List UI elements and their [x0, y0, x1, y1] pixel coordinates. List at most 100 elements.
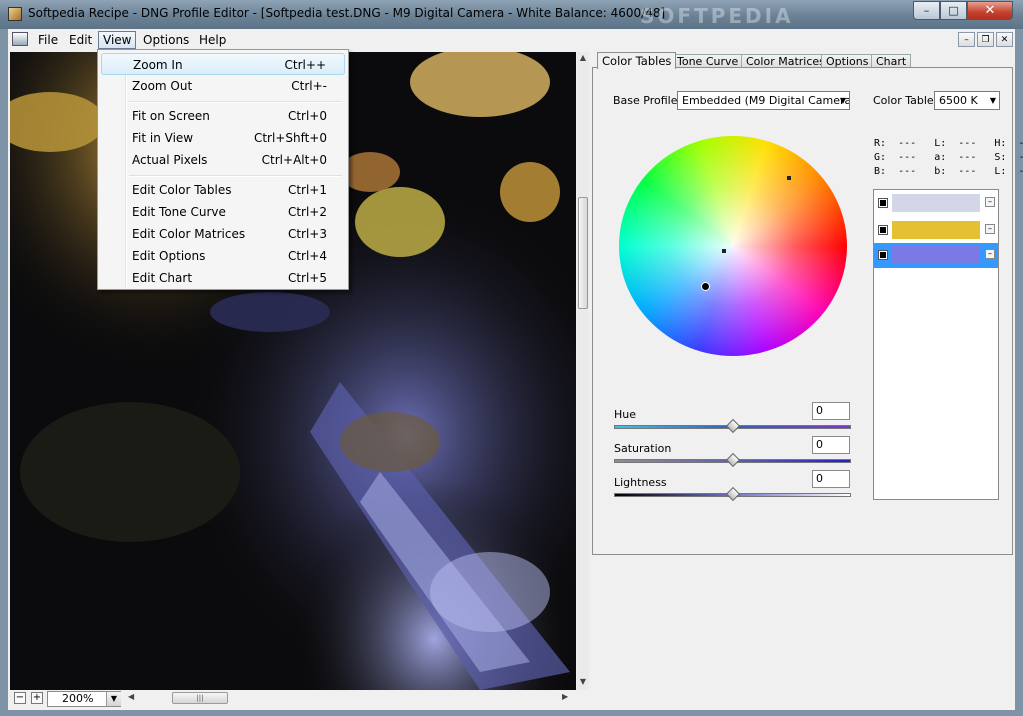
saturation-input[interactable]: 0: [812, 436, 850, 454]
menu-item-actual-pixels[interactable]: Actual Pixels Ctrl+Alt+0: [101, 149, 345, 171]
lightness-label: Lightness: [614, 476, 667, 489]
minimize-icon: –: [964, 34, 969, 45]
remove-swatch-button[interactable]: –: [985, 197, 995, 207]
window-frame-left: [0, 29, 8, 716]
menu-help[interactable]: Help: [195, 31, 230, 49]
view-dropdown-menu: Zoom In Ctrl++ Zoom Out Ctrl+- Fit on Sc…: [97, 49, 349, 290]
menu-item-shortcut: Ctrl+Alt+0: [261, 153, 327, 167]
tab-options[interactable]: Options: [821, 54, 874, 68]
hue-label: Hue: [614, 408, 637, 421]
menu-edit[interactable]: Edit: [65, 31, 96, 49]
chevron-down-icon[interactable]: ▼: [106, 692, 121, 706]
chevron-down-icon: ▼: [989, 96, 996, 105]
document-close-button[interactable]: ✕: [996, 32, 1013, 47]
minimize-icon: –: [923, 4, 930, 17]
tab-color-tables[interactable]: Color Tables: [597, 52, 677, 69]
color-table-value: 6500 K: [939, 94, 978, 107]
document-icon[interactable]: [12, 32, 28, 46]
chevron-down-icon: ▼: [839, 96, 846, 105]
menu-item-label: Edit Options: [132, 249, 206, 263]
swatch-row[interactable]: –: [874, 218, 998, 243]
scroll-down-arrow-icon[interactable]: ▼: [577, 676, 589, 688]
document-minimize-button[interactable]: –: [958, 32, 975, 47]
menu-item-shortcut: Ctrl+2: [287, 205, 327, 219]
window-frame-right: [1015, 29, 1023, 716]
tab-tone-curve[interactable]: Tone Curve: [672, 54, 744, 68]
scroll-left-arrow-icon[interactable]: ◀: [128, 692, 134, 701]
vertical-scrollbar[interactable]: [577, 52, 589, 690]
base-profile-value: Embedded (M9 Digital Camera): [682, 94, 850, 107]
menu-item-label: Edit Color Matrices: [132, 227, 246, 241]
saturation-label: Saturation: [614, 442, 672, 455]
swatch-color: [892, 194, 980, 212]
menu-item-edit-tone-curve[interactable]: Edit Tone Curve Ctrl+2: [101, 201, 345, 223]
lightness-input[interactable]: 0: [812, 470, 850, 488]
close-button[interactable]: ✕: [967, 1, 1013, 20]
color-point-marker[interactable]: [722, 249, 726, 253]
vertical-scroll-thumb[interactable]: [578, 197, 588, 309]
maximize-button[interactable]: □: [940, 1, 967, 20]
minus-icon: −: [15, 692, 25, 703]
window-title: Softpedia Recipe - DNG Profile Editor - …: [28, 6, 666, 20]
hue-input[interactable]: 0: [812, 402, 850, 420]
plus-icon: +: [32, 692, 42, 703]
menu-item-zoom-out[interactable]: Zoom Out Ctrl+-: [101, 75, 345, 97]
menu-item-shortcut: Ctrl+0: [287, 109, 327, 123]
selected-color-point-marker[interactable]: [701, 282, 710, 291]
remove-swatch-button[interactable]: –: [985, 224, 995, 234]
softpedia-watermark: SOFTPEDIA: [640, 4, 794, 28]
zoom-in-button[interactable]: +: [31, 692, 43, 704]
document-restore-button[interactable]: ❐: [977, 32, 994, 47]
minimize-button[interactable]: –: [913, 1, 940, 20]
scroll-right-arrow-icon[interactable]: ▶: [562, 692, 568, 701]
menu-item-label: Fit on Screen: [132, 109, 210, 123]
app-icon[interactable]: [8, 7, 22, 21]
window-frame-bottom: [0, 710, 1023, 716]
menu-file[interactable]: File: [34, 31, 62, 49]
menu-item-label: Zoom In: [133, 58, 183, 72]
color-table-select[interactable]: 6500 K ▼: [934, 91, 1000, 110]
menu-item-edit-color-matrices[interactable]: Edit Color Matrices Ctrl+3: [101, 223, 345, 245]
menu-item-shortcut: Ctrl+5: [287, 271, 327, 285]
menu-view[interactable]: View: [98, 31, 137, 49]
menu-item-edit-options[interactable]: Edit Options Ctrl+4: [101, 245, 345, 267]
tab-color-matrices[interactable]: Color Matrices: [741, 54, 830, 68]
menu-options[interactable]: Options: [139, 31, 193, 49]
menu-item-shortcut: Ctrl++: [284, 58, 326, 72]
color-wheel[interactable]: [619, 136, 847, 356]
menu-item-fit-on-screen[interactable]: Fit on Screen Ctrl+0: [101, 105, 345, 127]
menu-item-label: Edit Color Tables: [132, 183, 232, 197]
swatch-row-selected[interactable]: –: [874, 243, 998, 268]
close-icon: ✕: [1000, 34, 1009, 45]
menu-item-label: Actual Pixels: [132, 153, 208, 167]
restore-icon: ❐: [981, 34, 990, 45]
tab-chart[interactable]: Chart: [871, 54, 911, 68]
swatch-checkbox[interactable]: [878, 250, 888, 260]
base-profile-label: Base Profile:: [613, 94, 682, 107]
swatch-checkbox[interactable]: [878, 198, 888, 208]
menu-separator: [129, 101, 342, 103]
color-readout-row: G: --- a: --- S: ---: [874, 152, 1023, 163]
close-icon: ✕: [984, 3, 996, 18]
menu-item-label: Edit Chart: [132, 271, 193, 285]
menu-item-shortcut: Ctrl+-: [291, 79, 327, 93]
menu-item-fit-in-view[interactable]: Fit in View Ctrl+Shft+0: [101, 127, 345, 149]
base-profile-select[interactable]: Embedded (M9 Digital Camera) ▼: [677, 91, 850, 110]
swatch-row[interactable]: –: [874, 191, 998, 216]
swatch-color: [892, 246, 980, 264]
menu-item-shortcut: Ctrl+3: [287, 227, 327, 241]
menu-item-edit-color-tables[interactable]: Edit Color Tables Ctrl+1: [101, 179, 345, 201]
remove-swatch-button[interactable]: –: [985, 249, 995, 259]
maximize-icon: □: [948, 4, 959, 17]
menu-item-edit-chart[interactable]: Edit Chart Ctrl+5: [101, 267, 345, 289]
swatch-checkbox[interactable]: [878, 225, 888, 235]
color-point-marker[interactable]: [787, 176, 791, 180]
menu-item-label: Fit in View: [132, 131, 194, 145]
scroll-up-arrow-icon[interactable]: ▲: [577, 52, 589, 64]
menu-separator: [129, 175, 342, 177]
menu-item-zoom-in[interactable]: Zoom In Ctrl++: [101, 53, 345, 75]
menu-item-shortcut: Ctrl+1: [287, 183, 327, 197]
horizontal-scroll-thumb[interactable]: |||: [172, 692, 228, 704]
zoom-out-button[interactable]: −: [14, 692, 26, 704]
color-table-label: Color Table:: [873, 94, 938, 107]
